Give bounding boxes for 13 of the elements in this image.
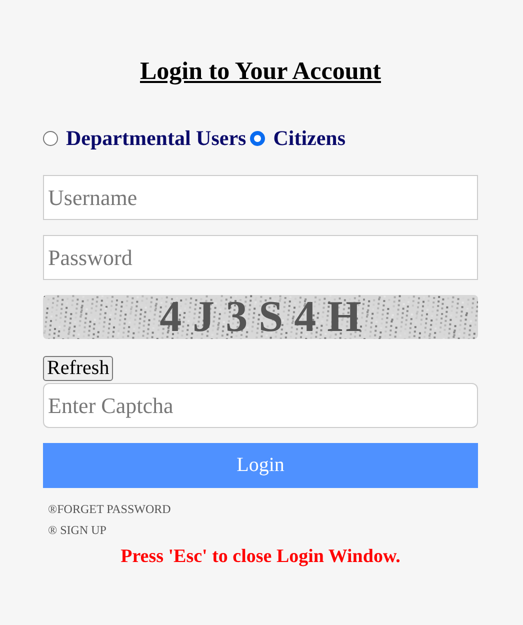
esc-hint: Press 'Esc' to close Login Window. <box>120 546 400 568</box>
username-field[interactable]: Username <box>43 175 478 220</box>
radio-label[interactable]: Citizens <box>273 126 346 151</box>
refresh-button[interactable]: Refresh <box>43 356 114 381</box>
account-link[interactable]: ®FORGET PASSWORD <box>48 501 171 517</box>
password-field[interactable]: Password <box>43 235 478 280</box>
radio-button[interactable] <box>250 131 266 146</box>
radio-label[interactable]: Departmental Users <box>66 126 246 151</box>
account-link[interactable]: ® SIGN UP <box>48 522 106 538</box>
captcha-field[interactable]: Enter Captcha <box>43 383 478 428</box>
captcha-text: 4 J 3 S 4 H <box>160 295 362 339</box>
form-title: Login to Your Account <box>140 57 381 87</box>
radio-button[interactable] <box>43 131 58 146</box>
